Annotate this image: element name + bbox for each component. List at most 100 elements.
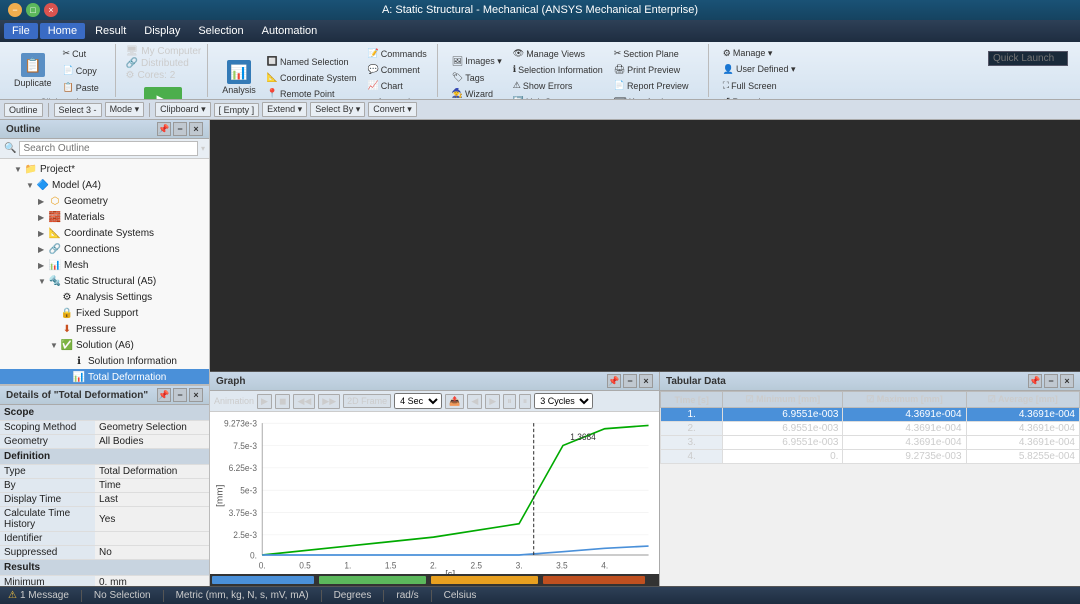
toolbar-select-by[interactable]: Select By ▾	[310, 102, 365, 117]
cycles-select[interactable]: 3 Cycles	[534, 393, 593, 409]
commands-button[interactable]: 📝Commands	[364, 46, 431, 61]
solve-button[interactable]: ▶ Solve	[140, 85, 186, 100]
svg-text:1.5: 1.5	[385, 560, 397, 570]
export-button[interactable]: 📤	[445, 394, 464, 409]
coordinate-system-button[interactable]: 📐Coordinate System	[263, 70, 361, 85]
manage-views-button[interactable]: 👁Manage Views	[509, 46, 607, 61]
display-time-row: Display Time Last	[0, 493, 209, 507]
menu-selection[interactable]: Selection	[190, 23, 251, 39]
svg-text:7.5e-3: 7.5e-3	[233, 441, 257, 451]
ribbon-copy[interactable]: 📄 Copy	[59, 63, 109, 78]
remote-point-button[interactable]: 📍Remote Point	[263, 86, 361, 100]
close-button[interactable]: ×	[44, 3, 58, 17]
details-minimize[interactable]: −	[173, 388, 187, 402]
outline-close[interactable]: ×	[189, 122, 203, 136]
images-button[interactable]: 🖼Images ▾	[448, 54, 506, 69]
tree-item-project[interactable]: ▼ 📁 Project*	[0, 161, 209, 177]
pause2-button[interactable]: ⏸	[519, 394, 532, 409]
tree-item-model[interactable]: ▼ 🔷 Model (A4)	[0, 177, 209, 193]
tree-item-pressure[interactable]: ⬇ Pressure	[0, 321, 209, 337]
menu-automation[interactable]: Automation	[254, 23, 326, 39]
toolbar-select[interactable]: Select 3 -	[54, 103, 102, 117]
wizard-button[interactable]: 🧙Wizard	[448, 86, 506, 100]
maximize-button[interactable]: □	[26, 3, 40, 17]
show-errors-button[interactable]: ⚠Show Errors	[509, 78, 607, 93]
tree-item-fixed-support[interactable]: 🔒 Fixed Support	[0, 305, 209, 321]
table-row[interactable]: 2. 6.9551e-003 4.3691e-004 4.3691e-004	[661, 422, 1080, 436]
ribbon-duplicate[interactable]: 📋 Duplicate	[10, 51, 56, 90]
play-button[interactable]: ▶	[257, 394, 272, 409]
2d-frame-btn[interactable]: 2D Frame	[343, 394, 391, 408]
toolbar-empty[interactable]: [ Empty ]	[214, 103, 260, 117]
tree-item-total-deformation[interactable]: 📊 Total Deformation	[0, 369, 209, 384]
details-close[interactable]: ×	[189, 388, 203, 402]
metric-text: Metric (mm, kg, N, s, mV, mA)	[176, 590, 309, 601]
tabular-close[interactable]: ×	[1060, 374, 1074, 388]
prev-button[interactable]: ◀	[467, 394, 482, 409]
analysis-button[interactable]: 📊 Analysis	[218, 58, 260, 97]
by-row: By Time	[0, 479, 209, 493]
selection-info-button[interactable]: ℹSelection Information	[509, 62, 607, 77]
tree-item-coord-systems[interactable]: ▶ 📐 Coordinate Systems	[0, 225, 209, 241]
section-plane-button[interactable]: ✂Section Plane	[610, 46, 702, 61]
chart-button[interactable]: 📈Chart	[364, 78, 431, 93]
svg-text:2.5: 2.5	[470, 560, 482, 570]
comment-button[interactable]: 💬Comment	[364, 62, 431, 77]
status-rad: rad/s	[396, 590, 418, 601]
step-back-button[interactable]: ◀◀	[293, 394, 315, 409]
outline-minimize[interactable]: −	[173, 122, 187, 136]
toolbar-outline-toggle[interactable]: Outline	[4, 103, 43, 117]
minimize-button[interactable]: −	[8, 3, 22, 17]
user-defined-button[interactable]: 👤User Defined ▾	[719, 62, 800, 77]
toolbar-mode[interactable]: Mode ▾	[105, 102, 145, 117]
menu-result[interactable]: Result	[87, 23, 134, 39]
table-row[interactable]: 4. 0. 9.2735e-003 5.8255e-004	[661, 450, 1080, 464]
report-preview-button[interactable]: 📄Report Preview	[610, 78, 702, 93]
ribbon-paste[interactable]: 📋 Paste	[59, 80, 109, 95]
duplicate-icon: 📋	[21, 53, 45, 77]
named-selection-button[interactable]: 🔲Named Selection	[263, 54, 361, 69]
toolbar-extend[interactable]: Extend ▾	[262, 102, 307, 117]
pause-button[interactable]: ⏸	[503, 394, 516, 409]
menu-display[interactable]: Display	[136, 23, 188, 39]
section-plane-icon: ✂	[614, 48, 622, 59]
table-row[interactable]: 1. 6.9551e-003 4.3691e-004 4.3691e-004	[661, 408, 1080, 422]
analysis-settings-icon: ⚙	[60, 290, 74, 304]
tree-item-solution[interactable]: ▼ ✅ Solution (A6)	[0, 337, 209, 353]
tabular-pin[interactable]: 📌	[1028, 374, 1042, 388]
tabular-minimize[interactable]: −	[1044, 374, 1058, 388]
tree-item-connections[interactable]: ▶ 🔗 Connections	[0, 241, 209, 257]
tree-item-solution-info[interactable]: ℹ Solution Information	[0, 353, 209, 369]
manage-layout-button[interactable]: ⚙Manage ▾	[719, 46, 800, 61]
outline-search-input[interactable]	[19, 141, 198, 156]
tree-item-mesh[interactable]: ▶ 📊 Mesh	[0, 257, 209, 273]
tree-item-analysis-settings[interactable]: ⚙ Analysis Settings	[0, 289, 209, 305]
menu-home[interactable]: Home	[40, 23, 85, 39]
scoping-method-value: Geometry Selection	[95, 421, 209, 435]
svg-text:2.: 2.	[430, 560, 437, 570]
scope-header: Scope	[0, 405, 209, 421]
menu-file[interactable]: File	[4, 23, 38, 39]
toolbar-clipboard[interactable]: Clipboard ▾	[155, 102, 211, 117]
toolbar-convert[interactable]: Convert ▾	[368, 102, 417, 117]
ribbon-cut[interactable]: ✂ Cut	[59, 46, 109, 61]
stop-button[interactable]: ◼	[275, 394, 290, 409]
graph-close[interactable]: ×	[639, 374, 653, 388]
next-button[interactable]: ▶	[485, 394, 500, 409]
tree-item-materials[interactable]: ▶ 🧱 Materials	[0, 209, 209, 225]
details-pin[interactable]: 📌	[157, 388, 171, 402]
tags-button[interactable]: 🏷Tags	[448, 70, 506, 85]
tree-item-static-structural[interactable]: ▼ 🔩 Static Structural (A5)	[0, 273, 209, 289]
manage-icon: ⚙	[723, 48, 731, 59]
tree-item-geometry[interactable]: ▶ ⬡ Geometry	[0, 193, 209, 209]
outline-pin[interactable]: 📌	[157, 122, 171, 136]
quick-launch-input[interactable]	[988, 51, 1068, 66]
frames-select[interactable]: 4 Sec	[394, 393, 442, 409]
suppressed-value: No	[95, 546, 209, 560]
print-preview-button[interactable]: 🖨Print Preview	[610, 62, 702, 77]
step-fwd-button[interactable]: ▶▶	[318, 394, 340, 409]
table-row[interactable]: 3. 6.9551e-003 4.3691e-004 4.3691e-004	[661, 436, 1080, 450]
full-screen-button[interactable]: ⛶Full Screen	[719, 78, 800, 93]
graph-pin[interactable]: 📌	[607, 374, 621, 388]
graph-minimize[interactable]: −	[623, 374, 637, 388]
